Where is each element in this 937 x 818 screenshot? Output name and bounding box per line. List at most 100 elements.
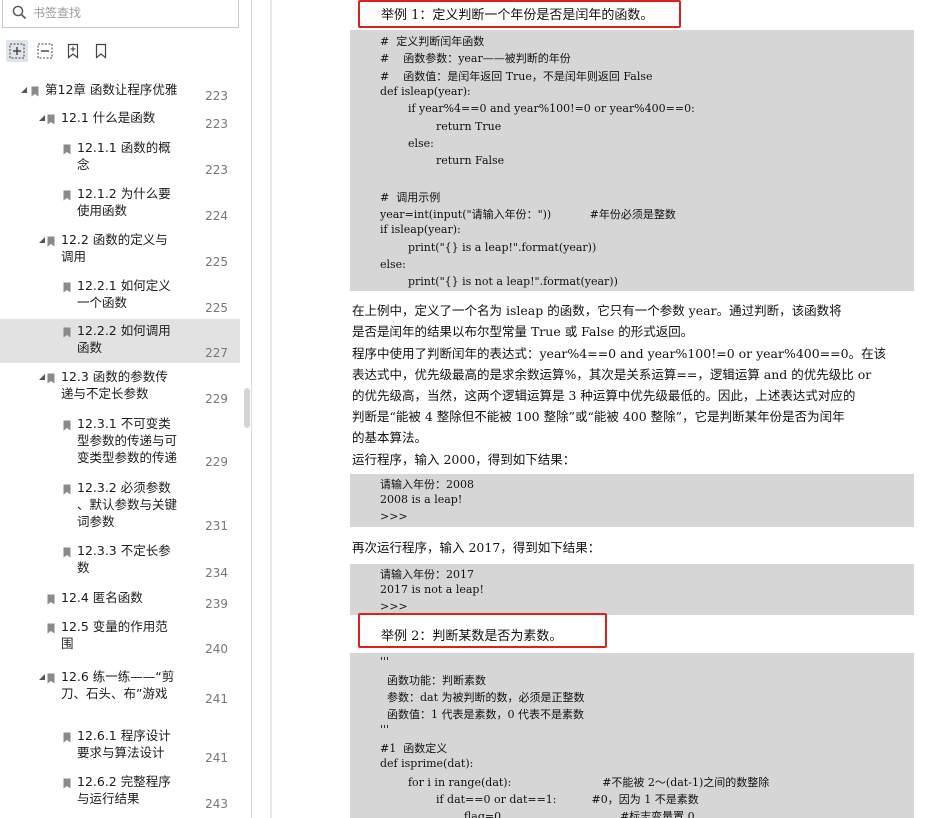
bookmark-item-s12-3-3[interactable]: 12.3.3 不定长参数 234 [0, 539, 240, 583]
bookmark-label: 12.6.2 完整程序 与运行结果 [77, 773, 171, 807]
bookmark-label-line: 与运行结果 [77, 791, 140, 806]
bookmark-page-number: 225 [205, 255, 228, 269]
expand-triangle-icon[interactable] [38, 673, 46, 681]
expand-all-button[interactable] [6, 40, 28, 62]
bookmark-item-s12-3-2[interactable]: 12.3.2 必须参数 、默认参数与关键 词参数 231 [0, 476, 240, 536]
bookmark-label: 12.2.2 如何调用 函数 [77, 322, 171, 356]
bookmark-item-s12-4[interactable]: 12.4 匿名函数 239 [0, 586, 240, 614]
bookmark-label-line: 12.1 什么是函数 [61, 110, 156, 125]
code-line: ''' [380, 655, 390, 668]
bookmark-label-line: 12.6 练一练——“剪 [61, 669, 175, 684]
bookmark-label-line: 调用 [61, 249, 87, 264]
paragraph-line: 的基本算法。 [352, 430, 428, 445]
bookmark-label: 12.3.3 不定长参数 [77, 542, 171, 576]
output-block-2000: 请输入年份：2008 2008 is a leap! >>> [350, 474, 914, 527]
bookmark-page-number: 223 [205, 117, 228, 131]
bookmark-page-number: 231 [205, 519, 228, 533]
bookmark-page-number: 240 [205, 642, 228, 656]
code-block-isprime: ''' 函数功能：判断素数 参数：dat 为被判断的数，必须是正整数 函数值：1… [350, 653, 914, 818]
bookmark-icon [47, 673, 55, 684]
bookmark-item-s12-6-2[interactable]: 12.6.2 完整程序 与运行结果 243 [0, 770, 240, 814]
expand-triangle-icon[interactable] [38, 114, 46, 122]
bookmark-page-number: 223 [205, 89, 228, 103]
bookmark-label: 12.6 练一练——“剪 刀、石头、布”游戏 [61, 668, 174, 702]
bookmark-item-s12-6-1[interactable]: 12.6.1 程序设计 要求与算法设计 241 [0, 724, 240, 768]
sidebar-scroll-thumb[interactable] [244, 388, 250, 428]
bookmark-item-s12-3[interactable]: 12.3 函数的参数传 递与不定长参数 229 [0, 365, 240, 409]
code-line: for i in range(dat): #不能被 2～(dat-1)之间的数整… [380, 776, 770, 789]
bookmark-sidebar: 第12章 函数让程序优雅22312.1 什么是函数22312.1.1 函数的概念… [0, 0, 252, 818]
output-line: >>> [380, 510, 408, 523]
bookmark-label-line: 使用函数 [77, 203, 128, 218]
bookmark-item-s12-3-1[interactable]: 12.3.1 不可变类 型参数的传递与可 变类型参数的传递 229 [0, 412, 240, 472]
expand-triangle-icon[interactable] [38, 373, 46, 381]
bookmark-icon [63, 484, 71, 495]
output-line: 2008 is a leap! [380, 493, 463, 506]
code-line: ''' [380, 723, 390, 736]
bookmark-item-s12-5[interactable]: 12.5 变量的作用范围 240 [0, 615, 240, 659]
code-line: else: [380, 136, 434, 150]
expand-triangle-icon[interactable] [38, 236, 46, 244]
code-line: return False [380, 154, 505, 168]
bookmark-label: 12.5 变量的作用范围 [61, 618, 168, 652]
rerun-paragraph: 再次运行程序，输入 2017，得到如下结果： [352, 540, 601, 555]
code-line: return True [380, 119, 502, 133]
bookmark-label-line: 12.3.3 不定长参 [77, 543, 171, 558]
bookmark-label-line: 型参数的传递与可 [77, 433, 178, 448]
add-bookmark-button[interactable] [62, 40, 84, 62]
bookmark-page-number: 224 [205, 209, 228, 223]
bookmark-label: 12.3.1 不可变类 型参数的传递与可 变类型参数的传递 [77, 415, 177, 466]
bookmark-search-input[interactable] [33, 4, 228, 22]
bookmark-icon [63, 190, 71, 201]
bookmark-icon [63, 732, 71, 743]
code-line: if isleap(year): [380, 223, 461, 237]
paragraph-line: 表达式中，优先级最高的是求余数运算%，其次是关系运算==，逻辑运算 and 的优… [352, 367, 872, 382]
bookmark-label-line: 念 [77, 157, 90, 172]
bookmark-label-line: 刀、石头、布”游戏 [61, 686, 168, 701]
code-line: 函数功能：判断素数 [380, 674, 486, 687]
bookmark-icon [47, 114, 55, 125]
search-icon [12, 5, 27, 20]
bookmark-item-s12-1-1[interactable]: 12.1.1 函数的概念 223 [0, 136, 240, 180]
bookmark-label: 12.2.1 如何定义 一个函数 [77, 277, 171, 311]
bookmark-item-s12-2-1[interactable]: 12.2.1 如何定义 一个函数 225 [0, 274, 240, 318]
bookmark-icon [47, 373, 55, 384]
bookmark-item-s12-1-2[interactable]: 12.1.2 为什么要 使用函数 224 [0, 182, 240, 226]
bookmark-label-line: 12.2 函数的定义与 [61, 232, 168, 247]
bookmark-icon [63, 144, 71, 155]
code-line: if dat==0 or dat==1: #0，因为 1 不是素数 [380, 793, 699, 806]
bookmark-page-number: 227 [205, 346, 228, 360]
bookmark-item-s12-1[interactable]: 12.1 什么是函数 223 [0, 106, 240, 134]
bookmark-label-line: 函数 [77, 340, 103, 355]
expand-all-icon [9, 43, 25, 59]
bookmark-page-number: 234 [205, 566, 228, 580]
bookmark-label-line: 12.3.1 不可变类 [77, 416, 171, 431]
bookmark-label-line: 12.6.1 程序设计 [77, 728, 171, 743]
sidebar-scrollbar[interactable] [242, 0, 251, 818]
bookmark-button[interactable] [90, 40, 112, 62]
bookmark-search-box[interactable] [2, 0, 239, 28]
bookmark-icon [95, 43, 107, 59]
bookmark-label-line: 词参数 [77, 514, 115, 529]
expand-triangle-icon[interactable] [20, 86, 28, 94]
paragraph-line: 的优先级高，当然，这两个逻辑运算是 3 种运算中优先级最低的。因此，上述表达式对… [352, 388, 856, 403]
bookmark-item-s12-2-2[interactable]: 12.2.2 如何调用 函数 227 [0, 319, 240, 363]
code-line: # 函数值：是闰年返回 True，不是闰年则返回 False [380, 69, 653, 83]
bookmark-item-s12-6[interactable]: 12.6 练一练——“剪 刀、石头、布”游戏 241 [0, 665, 240, 709]
bookmark-item-ch12[interactable]: 第12章 函数让程序优雅 223 [0, 78, 240, 106]
bookmark-label-line: 变类型参数的传递 [77, 450, 178, 465]
code-line: # 函数参数：year——被判断的年份 [380, 52, 571, 66]
bookmark-item-s12-2[interactable]: 12.2 函数的定义与 调用 225 [0, 228, 240, 272]
bookmark-label: 12.1.1 函数的概念 [77, 139, 171, 173]
bookmark-label-line: 围 [61, 636, 74, 651]
bookmark-page-number: 223 [205, 163, 228, 177]
bookmark-toolbar [6, 40, 126, 62]
bookmark-icon [47, 623, 55, 634]
bookmark-page-number: 243 [205, 797, 228, 811]
output-line: 请输入年份：2008 [380, 478, 474, 491]
bookmark-label-line: 数 [77, 560, 90, 575]
output-block-2017: 请输入年份：2017 2017 is not a leap! >>> [350, 564, 914, 615]
output-line: 请输入年份：2017 [380, 568, 474, 581]
collapse-all-button[interactable] [34, 40, 56, 62]
code-line: flag=0 #标志变量置 0 [380, 810, 695, 818]
